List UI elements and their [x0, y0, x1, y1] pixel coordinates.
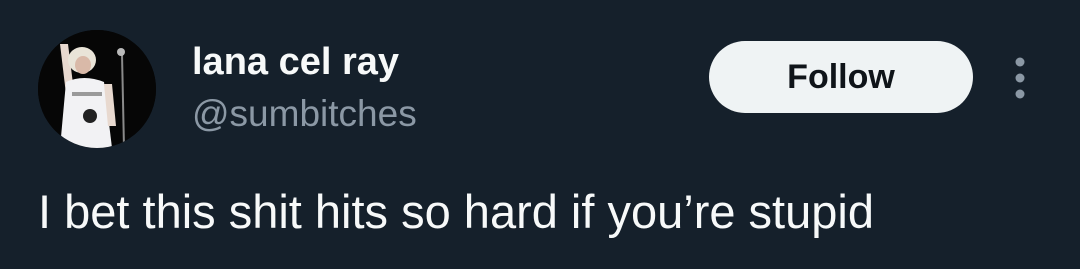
tweet-card: lana cel ray @sumbitches Follow I bet th…	[0, 0, 1080, 269]
avatar[interactable]	[38, 30, 156, 148]
follow-button[interactable]: Follow	[709, 41, 973, 113]
more-vertical-icon	[1015, 57, 1025, 99]
author-display-name[interactable]: lana cel ray	[192, 40, 399, 84]
tweet-text: I bet this shit hits so hard if you’re s…	[38, 185, 874, 238]
more-options-button[interactable]	[1000, 54, 1040, 102]
author-handle[interactable]: @sumbitches	[192, 92, 417, 136]
avatar-photo-icon	[38, 30, 156, 148]
